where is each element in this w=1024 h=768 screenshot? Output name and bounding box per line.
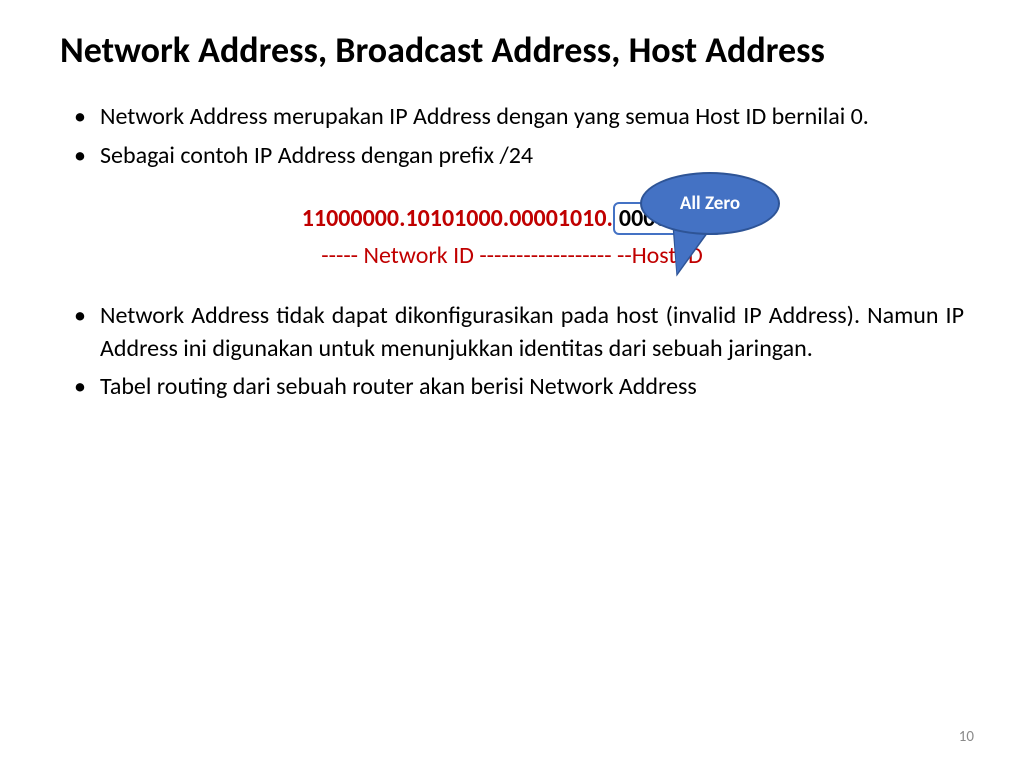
binary-network-part: 11000000.10101000.00001010.: [302, 204, 613, 233]
callout-bubble: All Zero: [640, 172, 780, 235]
callout-label: All Zero: [680, 192, 740, 215]
bullet-item-1: Network Address merupakan IP Address den…: [60, 101, 964, 133]
callout-all-zero: All Zero: [640, 172, 780, 242]
page-number: 10: [959, 728, 974, 746]
bullet-item-3: Network Address tidak dapat dikonfiguras…: [60, 300, 964, 365]
bullet-item-4: Tabel routing dari sebuah router akan be…: [60, 371, 964, 403]
slide-title: Network Address, Broadcast Address, Host…: [60, 30, 964, 71]
bullet-item-2: Sebagai contoh IP Address dengan prefix …: [60, 140, 964, 172]
id-label-line: ----- Network ID ------------------ --Ho…: [60, 241, 964, 270]
bullet-list: Network Address merupakan IP Address den…: [60, 101, 964, 172]
bullet-list-2: Network Address tidak dapat dikonfiguras…: [60, 300, 964, 403]
binary-address: 11000000.10101000.00001010.00000000: [60, 202, 964, 235]
